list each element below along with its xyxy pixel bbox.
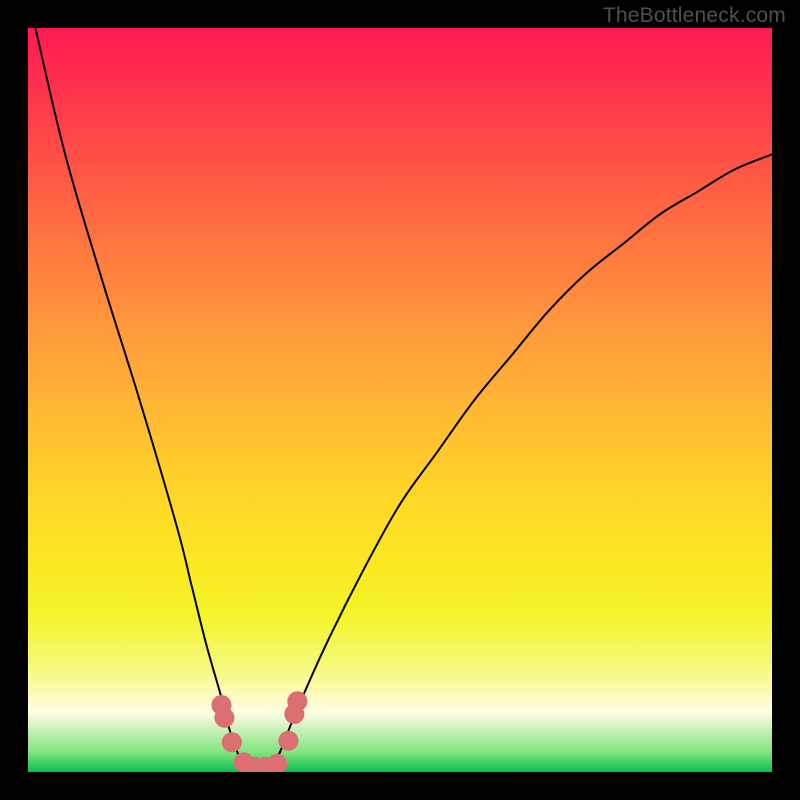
- marker-left-mid: [214, 708, 234, 728]
- marker-right-upper: [287, 691, 307, 711]
- marker-right-lower: [278, 731, 298, 751]
- marker-bottom-d: [267, 754, 287, 772]
- watermark-text: TheBottleneck.com: [603, 4, 786, 28]
- chart-plot-area: [28, 28, 772, 772]
- bottleneck-curve-path: [35, 28, 772, 772]
- curve-markers: [211, 691, 307, 772]
- marker-left-lower: [222, 732, 242, 752]
- chart-svg: [28, 28, 772, 772]
